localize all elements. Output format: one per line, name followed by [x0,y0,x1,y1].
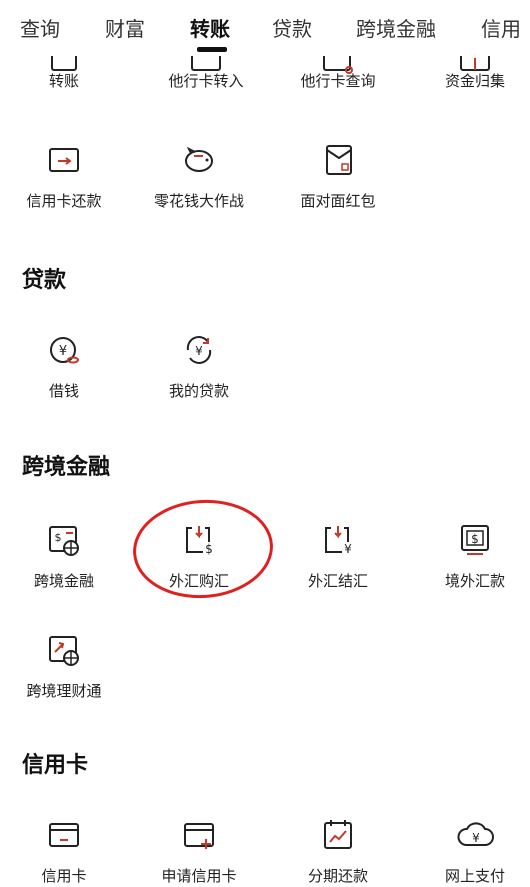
yen-cycle-icon: ¥ [186,336,212,364]
item-label: 他行卡查询 [300,72,376,90]
grid-item-fund-collection[interactable]: 资金归集 [420,60,530,91]
grid-item-credit-repay[interactable]: 信用卡还款 [9,140,119,211]
yen-coin-icon: ¥ [50,337,79,364]
grid-item-installment[interactable]: 分期还款 [283,815,393,886]
item-label: 零花钱大作战 [153,192,244,210]
grid-item-transfer[interactable]: 转账 [9,60,119,91]
top-tab-bar: 查询 财富 转账 贷款 跨境金融 信用 [0,0,530,56]
tab-credit[interactable]: 信用 [481,13,521,42]
section-title-credit-card: 信用卡 [22,753,89,778]
cloud-yen-icon: ¥ [457,822,494,846]
item-label: 申请信用卡 [161,867,237,885]
svg-text:$: $ [471,532,479,546]
item-label: 我的贷款 [168,382,229,400]
grid-item-fx-settlement[interactable]: ¥ 外汇结汇 [283,520,393,591]
item-label: 外汇结汇 [307,572,368,590]
card-repay-icon [49,148,79,172]
tab-loan[interactable]: 贷款 [272,13,312,42]
svg-text:¥: ¥ [472,831,480,845]
grid-item-cross-border-wealth[interactable]: 跨境理财通 [9,630,119,701]
fx-sell-icon: ¥ [325,526,352,556]
dollar-globe-icon: $ [49,526,79,556]
svg-text:$: $ [55,531,62,544]
tab-query[interactable]: 查询 [20,13,60,42]
item-label: 信用卡还款 [26,192,102,210]
grid-item-card-query[interactable]: 他行卡查询 [283,60,393,91]
grid-item-online-pay[interactable]: ¥ 网上支付 [420,815,530,886]
overseas-remit-icon: $ [461,525,489,555]
grid-item-pocket-money[interactable]: 零花钱大作战 [144,140,254,211]
active-tab-indicator [197,47,227,52]
svg-text:¥: ¥ [195,344,203,358]
item-label: 信用卡 [41,867,87,885]
svg-text:¥: ¥ [59,344,67,359]
piggy-bank-icon [185,146,213,172]
red-packet-icon [326,145,352,175]
item-label: 资金归集 [444,72,505,90]
item-label: 跨境理财通 [26,682,102,700]
grid-item-cross-border-finance[interactable]: $ 跨境金融 [9,520,119,591]
item-label: 分期还款 [307,867,368,885]
item-label: 转账 [48,72,79,90]
calendar-chart-icon [324,820,352,849]
grid-item-card-transfer-in[interactable]: 他行卡转入 [151,60,261,91]
grid-item-apply-credit-card[interactable]: 申请信用卡 [144,815,254,886]
tab-cross-border[interactable]: 跨境金融 [356,13,436,42]
item-label: 网上支付 [444,867,505,885]
item-label: 他行卡转入 [168,72,244,90]
wealth-globe-icon [49,636,79,666]
grid-item-my-loans[interactable]: ¥ 我的贷款 [144,330,254,401]
grid-item-borrow[interactable]: ¥ 借钱 [9,330,119,401]
item-label: 借钱 [48,382,79,400]
grid-item-red-packet[interactable]: 面对面红包 [283,140,393,211]
tab-wealth[interactable]: 财富 [105,13,145,42]
grid-item-credit-card[interactable]: 信用卡 [9,815,119,886]
section-title-loan: 贷款 [22,268,67,293]
item-label: 跨境金融 [33,572,94,590]
tab-transfer[interactable]: 转账 [190,13,230,42]
item-label: 面对面红包 [300,192,376,210]
grid-item-overseas-remit[interactable]: $ 境外汇款 [420,520,530,591]
credit-card-icon [49,823,79,847]
section-title-cross-border: 跨境金融 [22,455,111,480]
card-add-icon [184,823,214,849]
item-label: 境外汇款 [444,572,505,590]
svg-text:¥: ¥ [344,542,352,556]
